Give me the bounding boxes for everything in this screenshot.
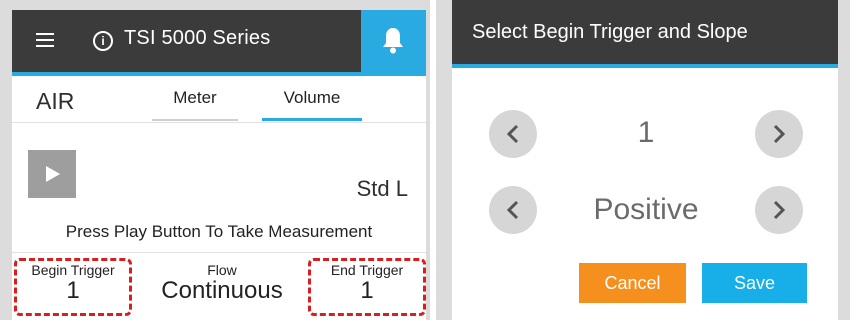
- divider: [12, 252, 426, 253]
- trigger-increase-button[interactable]: [755, 110, 803, 158]
- main-screen: i TSI 5000 Series AIR Meter Volume Std L…: [12, 10, 426, 320]
- chevron-right-icon: [773, 200, 786, 220]
- flow-field[interactable]: Flow Continuous: [152, 260, 292, 304]
- bell-icon: [383, 28, 403, 54]
- slope-value: Positive: [593, 193, 699, 226]
- save-button[interactable]: Save: [702, 263, 807, 303]
- instruction-text: Press Play Button To Take Measurement: [65, 222, 373, 241]
- slope-previous-button[interactable]: [489, 186, 537, 234]
- app-bar: i TSI 5000 Series: [12, 10, 426, 72]
- begin-trigger-highlight: [14, 258, 132, 316]
- tab-volume-active-indicator: [262, 118, 362, 121]
- slope-next-button[interactable]: [755, 186, 803, 234]
- tab-volume[interactable]: Volume: [262, 88, 362, 108]
- flow-value: Continuous: [161, 277, 283, 304]
- app-bar-accent: [12, 72, 426, 76]
- chevron-right-icon: [773, 124, 786, 144]
- mode-label: AIR: [36, 88, 75, 114]
- info-icon[interactable]: i: [93, 31, 113, 51]
- notifications-button[interactable]: [361, 10, 426, 72]
- dialog-title: Select Begin Trigger and Slope: [472, 21, 748, 43]
- trigger-value: 1: [637, 116, 655, 149]
- tab-meter-underline: [152, 119, 238, 121]
- tab-meter[interactable]: Meter: [152, 88, 238, 108]
- play-icon: [46, 166, 60, 182]
- play-button[interactable]: [28, 150, 76, 198]
- trigger-decrease-button[interactable]: [489, 110, 537, 158]
- flow-label: Flow: [207, 262, 237, 278]
- chevron-left-icon: [506, 124, 519, 144]
- divider: [12, 122, 426, 123]
- unit-label: Std L: [356, 176, 408, 201]
- chevron-left-icon: [506, 200, 519, 220]
- menu-icon[interactable]: [36, 33, 54, 47]
- end-trigger-highlight: [308, 258, 426, 316]
- app-title: TSI 5000 Series: [124, 27, 271, 49]
- cancel-button[interactable]: Cancel: [579, 263, 686, 303]
